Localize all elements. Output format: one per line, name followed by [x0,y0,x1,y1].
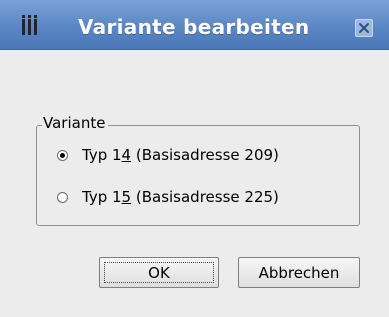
radio-button-unchecked[interactable] [57,191,68,203]
close-icon [359,23,369,33]
close-button[interactable] [355,19,373,37]
radio-button-checked[interactable] [57,149,68,161]
radio-option-typ14[interactable]: Typ 14 (Basisadresse 209) [57,146,279,164]
cancel-button[interactable]: Abbrechen [238,257,360,288]
radio-option-typ15[interactable]: Typ 15 (Basisadresse 225) [57,188,279,206]
radio-label: Typ 14 (Basisadresse 209) [82,146,279,164]
title-bar[interactable]: Variante bearbeiten [0,0,389,50]
app-bars-icon[interactable] [22,15,42,37]
cancel-label: Abbrechen [258,263,340,282]
focus-ring [104,262,214,283]
group-label: Variante [42,114,109,132]
variant-groupbox [36,125,360,226]
radio-label: Typ 15 (Basisadresse 225) [82,188,279,206]
dialog-window: Variante bearbeiten Variante Typ 14 (Bas… [0,0,389,317]
window-title: Variante bearbeiten [78,15,310,39]
ok-button[interactable]: OK [99,257,219,288]
